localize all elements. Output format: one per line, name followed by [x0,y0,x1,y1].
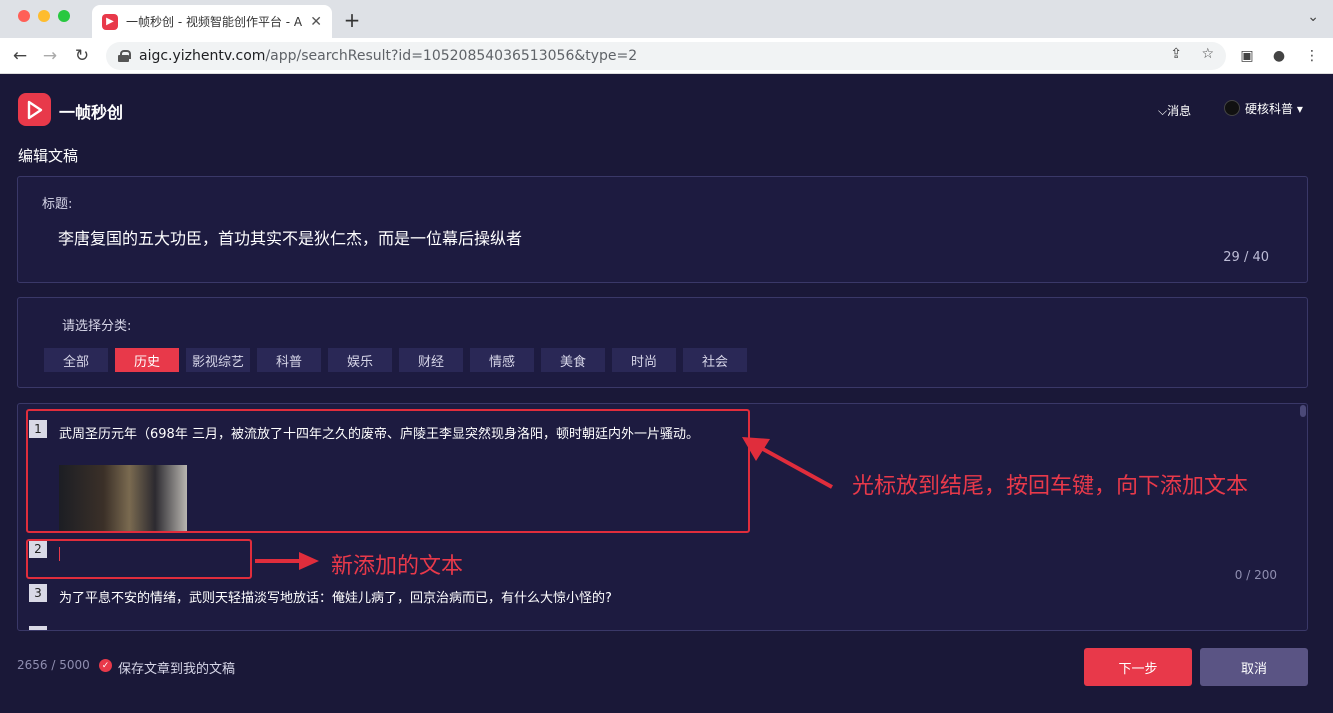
lock-icon [118,50,131,62]
annotation-text: 新添加的文本 [331,554,464,579]
category-tab[interactable]: 情感 [470,348,534,372]
url-domain: aigc.yizhentv.com [139,48,266,64]
word-count: 2656 / 5000 [17,658,90,672]
profile-icon[interactable]: ● [1267,44,1291,68]
new-tab-button[interactable]: + [342,8,362,32]
annotation-arrow-icon [255,552,319,570]
category-label: 请选择分类: [62,319,132,334]
maximize-window-button[interactable] [58,10,70,22]
reload-icon[interactable]: ↻ [70,44,94,68]
app-root: 一帧秒创 ⌵消息 硬核科普 ▾ 编辑文稿 标题: 李唐复国的五大功臣，首功其实不… [0,75,1333,713]
address-bar[interactable]: aigc.yizhentv.com/app/searchResult?id=10… [106,42,1226,70]
messages-label: 消息 [1167,104,1192,118]
category-tab[interactable]: 影视综艺 [186,348,250,372]
user-menu[interactable]: 硬核科普 ▾ [1245,100,1303,117]
tab-search-chevron-icon[interactable]: ⌄ [1307,9,1319,25]
cancel-button[interactable]: 取消 [1200,648,1308,686]
url-path: /app/searchResult?id=10520854036513056&t… [265,48,638,64]
brand-logo-icon[interactable] [18,93,51,126]
minimize-window-button[interactable] [38,10,50,22]
category-tab[interactable]: 社会 [683,348,747,372]
category-tab[interactable]: 财经 [399,348,463,372]
close-tab-icon[interactable]: ✕ [310,14,322,30]
paragraph-text[interactable]: 为了平息不安的情绪，武则天轻描淡写地放话：俺娃儿病了，回京治病而已，有什么大惊小… [59,587,612,606]
paragraph-counter: 0 / 200 [1234,568,1277,582]
site-favicon-icon: ▶ [102,13,118,30]
category-list: 全部 历史 影视综艺 科普 娱乐 财经 情感 美食 时尚 社会 [44,348,747,372]
browser-toolbar: ← → ↻ aigc.yizhentv.com/app/searchResult… [0,38,1333,74]
category-tab[interactable]: 科普 [257,348,321,372]
checkmark-icon[interactable]: ✓ [99,659,112,672]
category-tab[interactable]: 时尚 [612,348,676,372]
annotation-box [26,539,252,579]
annotation-text: 光标放到结尾，按回车键，向下添加文本 [852,474,1249,499]
share-icon[interactable]: ⇪ [1170,46,1182,62]
category-tab[interactable]: 娱乐 [328,348,392,372]
more-menu-icon[interactable]: ⋮ [1300,44,1324,68]
title-input[interactable]: 李唐复国的五大功臣，首功其实不是狄仁杰，而是一位幕后操纵者 [58,225,522,249]
page-title: 编辑文稿 [18,147,79,165]
paragraph-number [29,626,47,630]
title-label: 标题: [42,197,73,212]
bookmark-star-icon[interactable]: ☆ [1201,46,1214,62]
forward-arrow-icon[interactable]: → [38,44,62,68]
category-tab[interactable]: 全部 [44,348,108,372]
next-step-button[interactable]: 下一步 [1084,648,1192,686]
category-tab[interactable]: 历史 [115,348,179,372]
category-panel: 请选择分类: 全部 历史 影视综艺 科普 娱乐 财经 情感 美食 时尚 社会 [17,297,1308,388]
title-counter: 29 / 40 [1223,250,1269,265]
browser-tab[interactable]: ▶ 一帧秒创 - 视频智能创作平台 - A ✕ [92,5,332,38]
brand-name[interactable]: 一帧秒创 [59,99,123,123]
annotation-arrow-icon [742,437,833,489]
user-name: 硬核科普 [1245,102,1294,116]
close-window-button[interactable] [18,10,30,22]
annotation-box [26,409,750,533]
title-panel: 标题: 李唐复国的五大功臣，首功其实不是狄仁杰，而是一位幕后操纵者 29 / 4… [17,176,1308,283]
back-arrow-icon[interactable]: ← [8,44,32,68]
messages-menu[interactable]: ⌵消息 [1158,102,1191,119]
scrollbar[interactable] [1300,405,1306,417]
chevron-down-icon: ⌵ [1158,104,1168,118]
caret-down-icon: ▾ [1296,102,1303,116]
category-tab[interactable]: 美食 [541,348,605,372]
tab-title: 一帧秒创 - 视频智能创作平台 - A [126,15,303,29]
sidebar-toggle-icon[interactable]: ▣ [1235,44,1259,68]
save-to-drafts-label[interactable]: 保存文章到我的文稿 [118,658,235,677]
browser-tabstrip: ▶ 一帧秒创 - 视频智能创作平台 - A ✕ + ⌄ [0,0,1333,38]
avatar[interactable] [1224,100,1240,116]
paragraph-number: 3 [29,584,47,602]
